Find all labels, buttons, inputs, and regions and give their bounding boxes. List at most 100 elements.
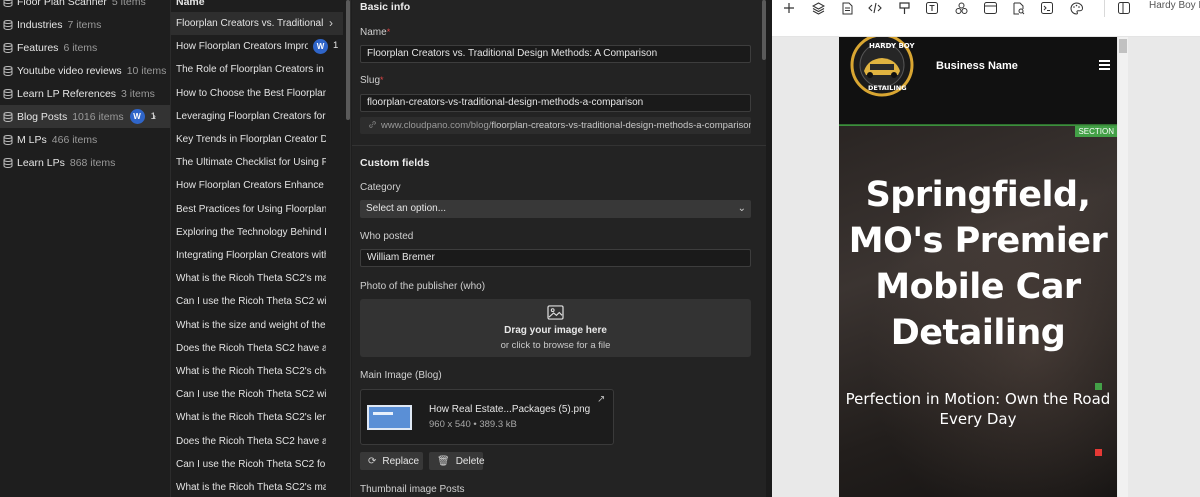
file-name: How Real Estate...Packages (5).png (429, 404, 591, 415)
list-item[interactable]: Leveraging Floorplan Creators for Real E… (171, 105, 343, 128)
list-item[interactable]: What is the size and weight of the Ricoh… (171, 314, 343, 337)
code-icon[interactable] (866, 0, 884, 16)
collection-name: Youtube video reviews (17, 64, 122, 77)
category-select[interactable]: Select an option... ⌄ (360, 200, 751, 218)
list-item[interactable]: How to Choose the Best Floorplan Creator (171, 82, 343, 105)
delete-button[interactable]: 🗑 Delete (429, 452, 485, 470)
toolbar-separator (1104, 0, 1105, 17)
link-icon (369, 121, 376, 128)
list-item[interactable]: Does the Ricoh Theta SC2 have a built-in… (171, 337, 343, 360)
canvas-scrollbar-thumb[interactable] (1119, 39, 1127, 53)
item-title: Can I use the Ricoh Theta SC2 for interi… (176, 458, 326, 470)
name-field[interactable]: Floorplan Creators vs. Traditional Desig… (360, 45, 751, 63)
list-item[interactable]: What is the Ricoh Theta SC2's lens type? (171, 406, 343, 429)
collection-item[interactable]: Learn LP References 3 items (0, 82, 170, 105)
business-name[interactable]: Business Name (936, 60, 1018, 72)
list-item[interactable]: Can I use the Ricoh Theta SC2 with a tri… (171, 383, 343, 406)
collection-name: Learn LPs (17, 156, 65, 169)
layout-icon[interactable] (981, 0, 999, 16)
hero-subtitle[interactable]: Perfection in Motion: Own the Road Every… (843, 389, 1113, 429)
item-title: Best Practices for Using Floorplan Creat… (176, 203, 326, 215)
palette-icon[interactable] (1067, 0, 1085, 16)
items-scrollbar[interactable] (346, 0, 350, 120)
list-item[interactable]: Integrating Floorplan Creators with Othe… (171, 244, 343, 267)
collection-count: 7 items (67, 18, 102, 31)
slug-field[interactable]: floorplan-creators-vs-traditional-design… (360, 94, 751, 112)
database-icon (3, 42, 13, 53)
image-dropzone[interactable]: Drag your image here or click to browse … (360, 299, 751, 357)
item-title: How Floorplan Creators Improve Collabora… (176, 41, 308, 53)
list-item[interactable]: Best Practices for Using Floorplan Creat… (171, 198, 343, 221)
item-title: Floorplan Creators vs. Traditional Desig… (176, 18, 326, 29)
site-preview[interactable]: HARDY BOY DETAILING Business Name SECTIO… (839, 37, 1117, 497)
section-tag: SECTION (1075, 126, 1117, 137)
cms-editor: Floor Plan Scanner 5 items Industries 7 ite… (0, 0, 1200, 497)
url-prefix: www.cloudpano.com/blog/ (381, 120, 492, 131)
search-page-icon[interactable] (1010, 0, 1028, 16)
list-item[interactable]: What is the Ricoh Theta SC2's maximum re… (171, 267, 343, 290)
who-posted-field[interactable]: William Bremer (360, 249, 751, 267)
components-icon[interactable] (952, 0, 970, 16)
list-item[interactable]: Floorplan Creators vs. Traditional Desig… (171, 12, 343, 35)
hero-title[interactable]: Springfield, MO's Premier Mobile Car Det… (839, 172, 1117, 356)
list-item[interactable]: What is the Ricoh Theta SC2's maximum vi… (171, 476, 343, 497)
collection-item[interactable]: Floor Plan Scanner 5 items (0, 0, 170, 13)
items-column-header[interactable]: Name (176, 0, 205, 8)
item-title: What is the Ricoh Theta SC2's charging t… (176, 366, 326, 377)
main-image-file-card[interactable]: How Real Estate...Packages (5).png 960 x… (360, 389, 614, 445)
collection-item[interactable]: Youtube video reviews 10 items (0, 59, 170, 82)
collection-item[interactable]: Industries 7 items (0, 13, 170, 36)
slug-url-preview: www.cloudpano.com/blog/floorplan-creator… (360, 117, 751, 134)
list-item[interactable]: The Role of Floorplan Creators in Modern… (171, 58, 343, 81)
chevron-right-icon: › (329, 16, 333, 30)
page-icon[interactable] (838, 0, 856, 16)
list-item[interactable]: The Ultimate Checklist for Using Floorpl… (171, 151, 343, 174)
replace-button[interactable]: ⟳ Replace (360, 452, 423, 470)
layers-icon[interactable] (809, 0, 827, 16)
collection-item[interactable]: Features 6 items (0, 36, 170, 59)
canvas-scrollbar[interactable] (1118, 37, 1128, 497)
brush-icon[interactable] (895, 0, 913, 16)
designer-toolbar: Hardy Boy D (772, 0, 1200, 37)
list-item[interactable]: What is the Ricoh Theta SC2's charging t… (171, 360, 343, 383)
item-title: Can I use the Ricoh Theta SC2 with a tri… (176, 389, 326, 401)
collection-name: Floor Plan Scanner (17, 0, 107, 8)
list-item[interactable]: How Floorplan Creators Improve Collabora… (171, 35, 343, 58)
list-item[interactable]: How Floorplan Creators Enhance Home Desi… (171, 174, 343, 197)
terminal-icon[interactable] (1038, 0, 1056, 16)
site-header[interactable]: HARDY BOY DETAILING Business Name (839, 37, 1117, 125)
item-title: The Role of Floorplan Creators in Modern… (176, 64, 326, 76)
item-title: Does the Ricoh Theta SC2 have a built-in… (176, 342, 326, 354)
collection-count: 868 items (69, 156, 116, 169)
collection-item[interactable]: Blog Posts 1016 items W 1 › (0, 105, 170, 128)
site-title[interactable]: Hardy Boy D (1149, 0, 1200, 11)
item-title: What is the size and weight of the Ricoh… (176, 319, 326, 331)
trash-icon: 🗑 (437, 455, 450, 467)
database-icon (3, 19, 13, 30)
refresh-icon: ⟳ (368, 455, 377, 467)
list-item[interactable]: Exploring the Technology Behind Floorpla… (171, 221, 343, 244)
plus-icon[interactable] (780, 0, 798, 16)
item-title: The Ultimate Checklist for Using Floorpl… (176, 157, 326, 169)
resize-handle-red[interactable] (1095, 449, 1102, 456)
list-item[interactable]: Can I use the Ricoh Theta SC2 for interi… (171, 453, 343, 476)
collection-item[interactable]: M LPs 466 items (0, 128, 170, 151)
collections-panel: Floor Plan Scanner 5 items Industries 7 ite… (0, 0, 171, 497)
hamburger-menu-icon[interactable] (1099, 60, 1110, 70)
panel-icon[interactable] (1115, 0, 1133, 16)
list-item[interactable]: Does the Ricoh Theta SC2 have a built-in… (171, 430, 343, 453)
item-title: Can I use the Ricoh Theta SC2 with a sma… (176, 296, 326, 308)
collection-item[interactable]: Learn LPs 868 items (0, 151, 170, 174)
open-external-icon[interactable]: ↗ (597, 394, 605, 405)
list-item[interactable]: Key Trends in Floorplan Creator Developm… (171, 128, 343, 151)
category-select-value: Select an option... (366, 203, 447, 214)
item-form-panel: Basic info Name* Floorplan Creators vs. … (352, 0, 766, 497)
publisher-photo-label: Photo of the publisher (who) (360, 281, 486, 292)
who-posted-label: Who posted (360, 231, 414, 242)
logo-bottom-text: DETAILING (868, 84, 907, 92)
item-title: What is the Ricoh Theta SC2's maximum re… (176, 273, 326, 285)
text-icon[interactable] (923, 0, 941, 16)
database-icon (3, 134, 13, 145)
hero-section[interactable]: SECTION Springfield, MO's Premier Mobile… (839, 125, 1117, 497)
list-item[interactable]: Can I use the Ricoh Theta SC2 with a sma… (171, 290, 343, 313)
